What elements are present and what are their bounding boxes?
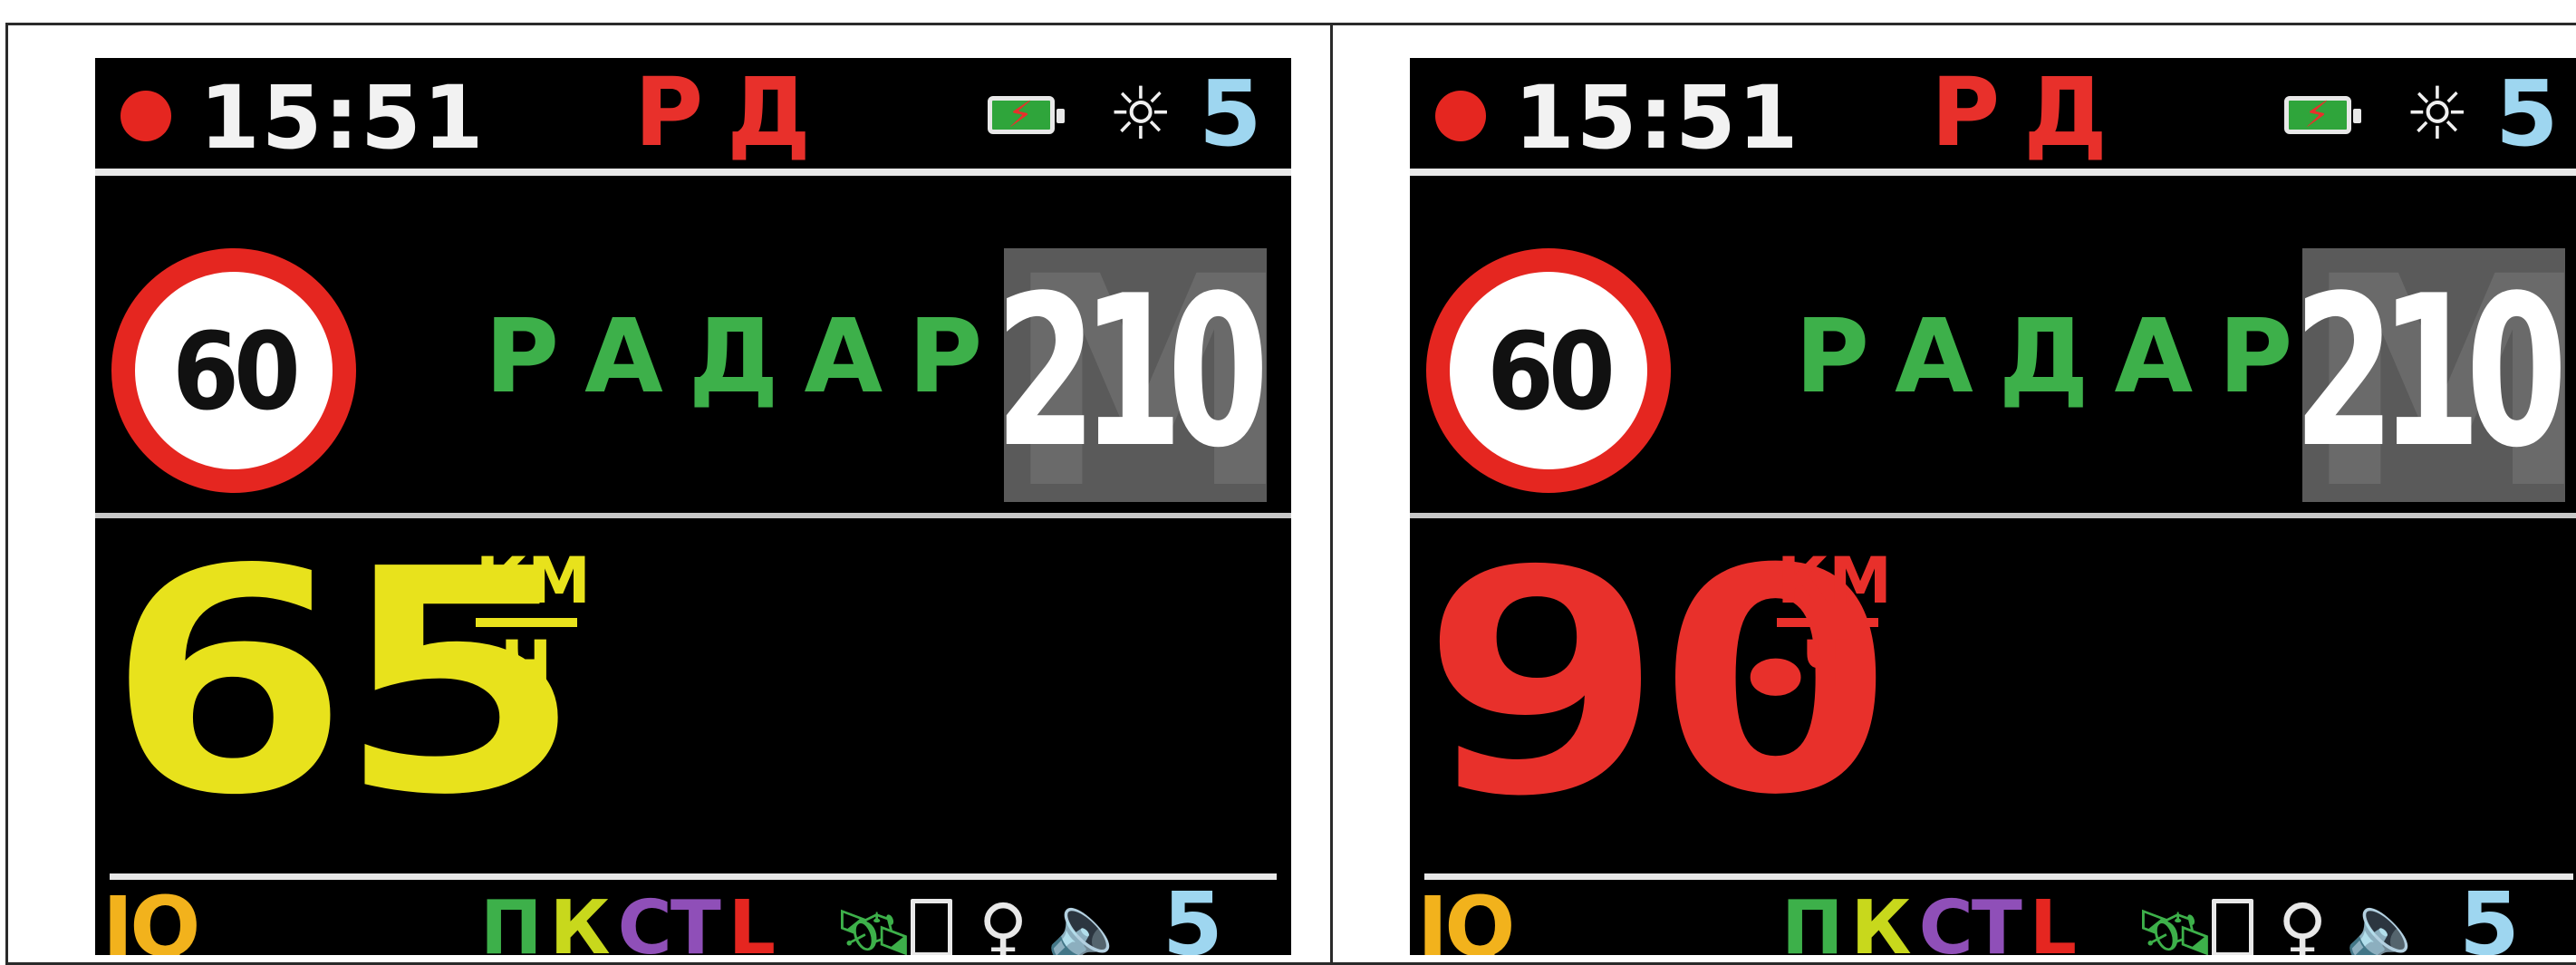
device-screen: 15:51 РД ⚡ ☼ 5 60 РАДАР M 210 90 КМ Ч IQ… [1410,58,2576,955]
sun-icon: ☼ [1108,72,1173,156]
battery-charging-icon: ⚡ [988,95,1065,135]
record-indicator-icon [121,91,171,141]
mode-flags: П К СТ L [480,885,783,956]
mode-label: РД [1931,58,2131,168]
brightness-level: 5 [2495,61,2559,167]
mode-flags: П К СТ L [1781,885,2084,956]
divider [1424,873,2573,880]
flag-st: СТ [1918,885,2022,956]
iq-label: IQ [102,879,200,956]
divider [110,873,1277,880]
speed-unit-h: Ч [1801,627,1854,701]
speed-unit: КМ Ч [1777,544,1892,701]
display-panel-left: 15:51 РД ⚡ ☼ 5 60 РАДАР M 210 65 КМ Ч IQ… [5,23,1334,965]
distance-value: 210 [2293,252,2568,494]
alert-type: РАДАР [485,298,1008,416]
speed-limit-value: 60 [1487,309,1616,434]
divider [1410,169,2576,176]
distance-value: 210 [995,252,1269,494]
speed-limit-sign: 60 [111,248,356,493]
flag-l: L [2029,885,2077,956]
brightness-level: 5 [1199,61,1262,167]
mode-label: РД [634,58,835,168]
flag-p: П [1781,885,1844,956]
clock: 15:51 [199,67,486,169]
microphone-icon: ♀ [2278,890,2328,955]
divider [95,169,1291,176]
flag-k: К [1850,885,1912,956]
speed-unit-km: КМ [1777,544,1892,618]
speed-unit-fraction-line [1777,618,1878,627]
status-bar: 15:51 РД ⚡ ☼ 5 [1410,58,2576,169]
volume-level: 5 [1163,873,1223,955]
flag-l: L [728,885,776,956]
display-panel-right: 15:51 РД ⚡ ☼ 5 60 РАДАР M 210 90 КМ Ч IQ… [1330,23,2576,965]
flag-p: П [480,885,543,956]
sun-icon: ☼ [2405,72,2470,156]
sd-card-icon [911,899,952,955]
iq-label: IQ [1417,879,1515,956]
battery-charging-icon: ⚡ [2284,95,2361,135]
speed-unit-km: КМ [476,544,591,618]
status-bar: 15:51 РД ⚡ ☼ 5 [95,58,1291,169]
alert-panel: 60 РАДАР M 210 [1410,185,2576,529]
volume-level: 5 [2459,873,2520,955]
speed-unit-h: Ч [500,627,553,701]
device-screen: 15:51 РД ⚡ ☼ 5 60 РАДАР M 210 65 КМ Ч IQ… [95,58,1291,955]
speaker-icon: 🔈 [2345,890,2429,955]
satellite-icon: 🛰 [834,895,914,955]
clock: 15:51 [1514,67,1800,169]
speed-limit-value: 60 [172,309,301,434]
speed-unit: КМ Ч [476,544,591,701]
speed-unit-fraction-line [476,618,577,627]
record-indicator-icon [1435,91,1486,141]
sd-card-icon [2212,899,2253,955]
alert-panel: 60 РАДАР M 210 [95,185,1291,529]
microphone-icon: ♀ [979,890,1028,955]
flag-st: СТ [617,885,721,956]
speed-limit-sign: 60 [1426,248,1671,493]
speaker-icon: 🔈 [1047,890,1131,955]
flag-k: К [549,885,611,956]
alert-type: РАДАР [1795,298,2319,416]
satellite-icon: 🛰 [2135,895,2215,955]
